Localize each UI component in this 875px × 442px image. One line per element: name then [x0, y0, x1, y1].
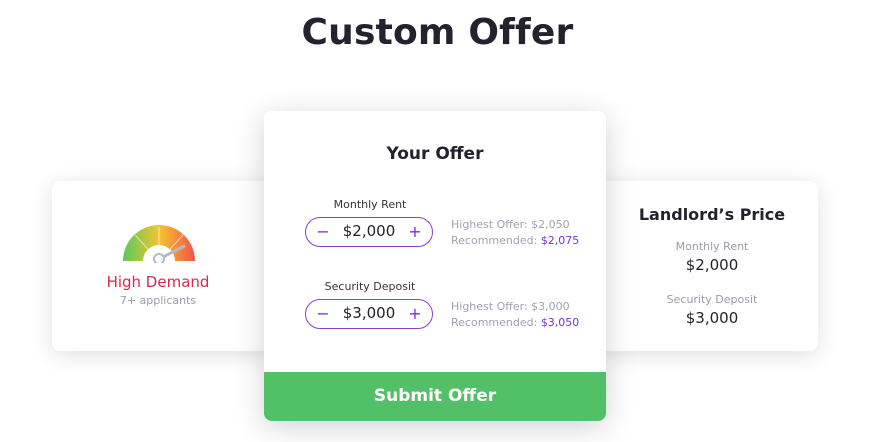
rent-highest-label: Highest Offer:	[451, 218, 528, 231]
submit-offer-button[interactable]: Submit Offer	[264, 372, 606, 421]
deposit-decrement-button[interactable]: −	[310, 300, 336, 327]
deposit-highest-value: $3,000	[531, 300, 570, 313]
deposit-recommended-value: $3,050	[540, 316, 580, 329]
rent-decrement-button[interactable]: −	[310, 218, 336, 245]
deposit-stepper[interactable]: − $3,000 +	[305, 299, 433, 329]
deposit-recommended-label: Recommended:	[451, 316, 538, 329]
rent-label: Monthly Rent	[333, 198, 407, 211]
deposit-highest-label: Highest Offer:	[451, 300, 528, 313]
landlord-price-card: Landlord’s Price Monthly Rent $2,000 Sec…	[596, 181, 818, 351]
your-offer-card: Your Offer Monthly Rent − $2,000 + Highe…	[264, 111, 606, 421]
demand-card: High Demand 7+ applicants	[52, 181, 274, 351]
deposit-highest-offer: Highest Offer: $3,000	[451, 300, 570, 313]
rent-recommended-value: $2,075	[540, 234, 580, 247]
landlord-rent-value: $2,000	[685, 256, 739, 274]
demand-subtitle: 7+ applicants	[119, 294, 197, 307]
rent-increment-button[interactable]: +	[402, 218, 428, 245]
demand-title: High Demand	[106, 273, 210, 291]
rent-recommended-label: Recommended:	[451, 234, 538, 247]
page-title: Custom Offer	[301, 12, 574, 53]
rent-highest-offer: Highest Offer: $2,050	[451, 218, 570, 231]
landlord-deposit-value: $3,000	[685, 309, 739, 327]
rent-recommended: Recommended: $2,075	[451, 234, 579, 247]
deposit-value[interactable]: $3,000	[334, 300, 404, 327]
rent-stepper[interactable]: − $2,000 +	[305, 217, 433, 247]
deposit-recommended: Recommended: $3,050	[451, 316, 579, 329]
landlord-rent-label: Monthly Rent	[675, 240, 749, 253]
demand-gauge-icon	[123, 225, 195, 263]
rent-value[interactable]: $2,000	[334, 218, 404, 245]
deposit-increment-button[interactable]: +	[402, 300, 428, 327]
landlord-deposit-label: Security Deposit	[666, 293, 758, 306]
deposit-label: Security Deposit	[324, 280, 416, 293]
landlord-price-title: Landlord’s Price	[638, 205, 786, 224]
rent-highest-value: $2,050	[531, 218, 570, 231]
your-offer-title: Your Offer	[386, 144, 484, 164]
